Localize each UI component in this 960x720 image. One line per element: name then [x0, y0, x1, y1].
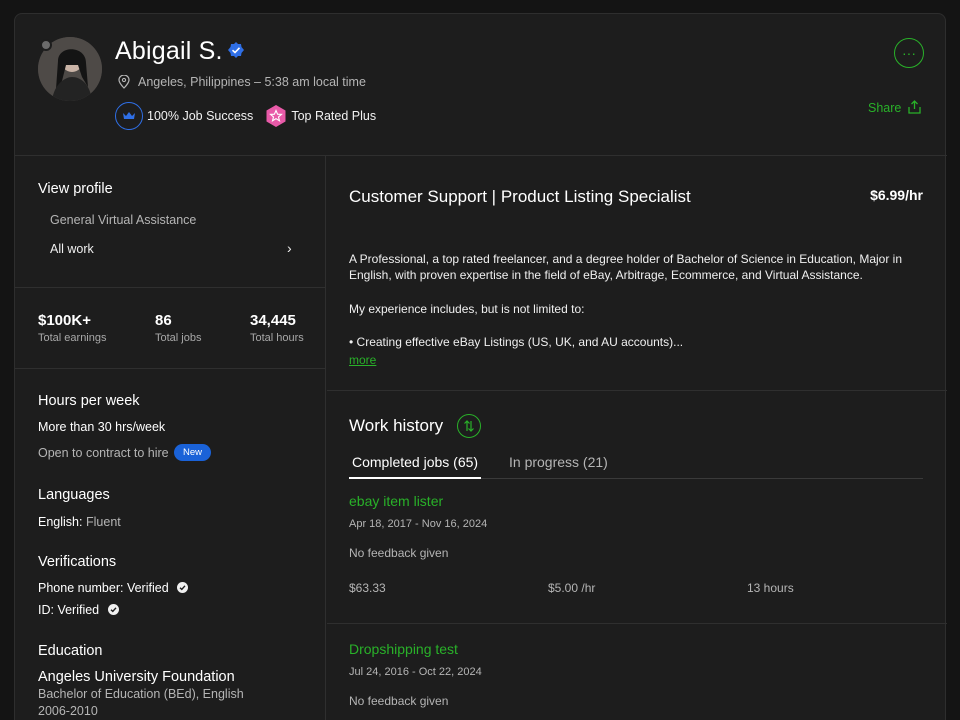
location-row: Angeles, Philippines – 5:38 am local tim… [118, 75, 366, 89]
tab-completed-jobs[interactable]: Completed jobs (65) [349, 454, 482, 479]
avatar[interactable] [38, 37, 104, 103]
more-options-button[interactable]: ··· [894, 38, 924, 68]
more-link[interactable]: more [349, 353, 376, 367]
tab-in-progress[interactable]: In progress (21) [506, 454, 611, 479]
stat-label: Total earnings [38, 332, 107, 344]
main-content: Customer Support | Product Listing Speci… [327, 156, 947, 720]
stats-section: $100K+ Total earnings 86 Total jobs 34,4… [15, 288, 325, 369]
id-verified-text: ID: Verified [38, 603, 100, 617]
share-label: Share [868, 100, 902, 115]
stat-value: 34,445 [250, 312, 296, 329]
share-button[interactable]: Share [868, 100, 922, 115]
job-success-label: 100% Job Success [147, 109, 254, 123]
verifications-title: Verifications [38, 554, 117, 570]
view-profile-section: View profile General Virtual Assistance … [15, 156, 325, 288]
stat-label: Total hours [250, 332, 304, 344]
location-pin-icon [118, 75, 130, 89]
job-earned: $63.33 [349, 581, 386, 595]
chevron-right-icon[interactable]: › [287, 240, 292, 256]
phone-verified-text: Phone number: Verified [38, 581, 169, 595]
new-badge: New [174, 444, 212, 461]
verified-icon [228, 42, 244, 58]
job-rate: $5.00 /hr [548, 581, 596, 595]
job-feedback: No feedback given [349, 546, 449, 560]
education-title: Education [38, 643, 103, 659]
stat-label: Total jobs [155, 332, 202, 344]
description-line: English, with proven expertise in the fi… [349, 268, 863, 282]
job-feedback: No feedback given [349, 694, 449, 708]
hourly-rate: $6.99/hr [870, 187, 923, 203]
about-section: Customer Support | Product Listing Speci… [327, 156, 947, 391]
degree-text: Bachelor of Education (BEd), English [38, 687, 244, 701]
profile-item-general-va[interactable]: General Virtual Assistance [50, 213, 196, 227]
job-title-link[interactable]: ebay item lister [349, 493, 443, 509]
hours-per-week-value: More than 30 hrs/week [38, 420, 166, 434]
top-rated-badge[interactable]: Top Rated Plus [265, 105, 376, 127]
education-years: 2006-2010 [38, 704, 98, 718]
phone-verification: Phone number: Verified [38, 581, 189, 595]
stat-total-hours: 34,445 Total hours [250, 312, 304, 344]
check-circle-icon [177, 582, 189, 593]
job-success-badge[interactable]: 100% Job Success [115, 102, 253, 130]
id-verification: ID: Verified [38, 603, 119, 617]
left-sidebar: View profile General Virtual Assistance … [15, 156, 326, 720]
work-history-title: Work history [349, 416, 444, 435]
stat-total-jobs: 86 Total jobs [155, 312, 201, 344]
profile-header: Abigail S. Angeles, Philippines – 5:38 a… [15, 14, 947, 156]
language-name: English: [38, 515, 83, 529]
job-dates: Jul 24, 2016 - Oct 22, 2024 [349, 666, 482, 678]
hours-per-week-title: Hours per week [38, 393, 140, 409]
stat-value: $100K+ [38, 312, 91, 329]
top-rated-icon [266, 105, 286, 127]
sort-button[interactable] [457, 414, 481, 438]
share-icon [908, 100, 922, 114]
crown-icon [115, 102, 143, 130]
work-history-tabs: Completed jobs (65) In progress (21) [349, 454, 923, 479]
view-profile-title: View profile [38, 181, 113, 197]
online-status-dot [40, 39, 52, 51]
description-line: • Creating effective eBay Listings (US, … [349, 335, 684, 349]
school-name: Angeles University Foundation [38, 669, 235, 685]
description-line: My experience includes, but is not limit… [349, 302, 585, 316]
profile-title: Customer Support | Product Listing Speci… [349, 187, 691, 206]
sort-icon [464, 420, 474, 432]
languages-title: Languages [38, 487, 110, 503]
description-line: A Professional, a top rated freelancer, … [349, 252, 903, 266]
profile-name: Abigail S. [115, 37, 223, 65]
profile-details: Hours per week More than 30 hrs/week Ope… [15, 369, 325, 720]
badges-row: 100% Job Success Top Rated Plus [115, 102, 376, 130]
stat-value: 86 [155, 312, 172, 329]
contract-to-hire-text: Open to contract to hire [38, 446, 169, 460]
check-circle-icon [107, 604, 119, 615]
location-text: Angeles, Philippines – 5:38 am local tim… [138, 75, 366, 89]
profile-item-all-work[interactable]: All work [50, 242, 94, 256]
stat-total-earnings: $100K+ Total earnings [38, 312, 107, 344]
top-rated-label: Top Rated Plus [291, 109, 377, 123]
job-hours: 13 hours [747, 581, 794, 595]
job-dates: Apr 18, 2017 - Nov 16, 2024 [349, 518, 488, 530]
freelancer-profile-card: Abigail S. Angeles, Philippines – 5:38 a… [14, 13, 947, 720]
language-level: Fluent [86, 515, 121, 529]
job-title-link[interactable]: Dropshipping test [349, 641, 458, 657]
divider [327, 623, 947, 624]
